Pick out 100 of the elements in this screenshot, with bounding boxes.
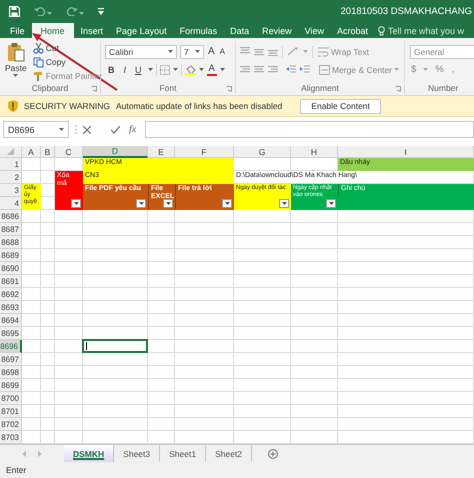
row-header[interactable]: 8689 — [0, 249, 22, 262]
italic-button[interactable]: I — [120, 62, 130, 77]
table-cell — [22, 392, 41, 405]
row-header[interactable]: 8699 — [0, 379, 22, 392]
row-header[interactable]: 8690 — [0, 262, 22, 275]
column-header[interactable]: F — [175, 146, 234, 158]
formula-input[interactable] — [145, 121, 474, 138]
add-sheet-icon[interactable] — [268, 448, 278, 458]
row-header[interactable]: 8694 — [0, 314, 22, 327]
table-cell — [291, 392, 338, 405]
align-right-icon[interactable] — [268, 65, 278, 74]
row-header[interactable]: 1 — [0, 158, 22, 171]
borders-icon[interactable] — [160, 64, 170, 74]
ribbon-tab[interactable]: Acrobat — [331, 23, 374, 38]
ribbon-tab[interactable]: Insert — [74, 23, 110, 38]
row-header[interactable]: 8703 — [0, 431, 22, 444]
ribbon-tab[interactable]: File — [4, 23, 31, 38]
filter-button[interactable] — [136, 199, 146, 208]
row-header[interactable]: 2 — [0, 171, 22, 184]
customize-icon[interactable] — [98, 8, 104, 14]
paste-button[interactable]: Paste — [4, 41, 28, 83]
table-cell — [234, 275, 291, 288]
row-header[interactable]: 8691 — [0, 275, 22, 288]
tell-me-field[interactable]: Tell me what you w — [378, 23, 464, 38]
ribbon-tab[interactable]: Formulas — [174, 23, 224, 38]
copy-button[interactable]: Copy — [32, 55, 103, 69]
align-middle-icon[interactable] — [254, 47, 264, 56]
row-header[interactable]: 8693 — [0, 301, 22, 314]
increase-indent-icon[interactable] — [300, 65, 310, 74]
row-header[interactable]: 3 — [0, 184, 22, 197]
dialog-launcher-icon[interactable] — [91, 86, 97, 92]
table-cell — [175, 262, 234, 275]
font-size-field[interactable]: 7 — [180, 44, 204, 58]
select-all-icon[interactable] — [7, 148, 14, 155]
save-icon[interactable] — [9, 6, 20, 16]
column-header[interactable]: G — [234, 146, 291, 158]
filter-button[interactable] — [163, 199, 173, 208]
align-left-icon[interactable] — [240, 65, 250, 74]
decrease-font-button[interactable]: A — [218, 44, 226, 59]
table-cell — [83, 366, 148, 379]
align-bottom-icon[interactable] — [268, 47, 278, 56]
font-color-button[interactable]: A — [206, 64, 217, 76]
underline-button[interactable]: U — [132, 62, 145, 77]
table-cell — [41, 366, 55, 379]
ribbon-tab[interactable]: Home — [32, 23, 74, 38]
row-header[interactable]: 8692 — [0, 288, 22, 301]
insert-function-button[interactable]: fx — [126, 124, 140, 135]
decrease-indent-icon[interactable] — [286, 65, 296, 74]
row-header[interactable]: 8696 — [0, 340, 22, 353]
redo-icon[interactable] — [66, 6, 84, 16]
checkmark-icon[interactable] — [111, 126, 120, 134]
font-name-field[interactable]: Calibri — [105, 44, 177, 58]
column-header[interactable]: A — [22, 146, 41, 158]
orientation-icon[interactable] — [287, 47, 299, 56]
ribbon-tab[interactable]: View — [298, 23, 330, 38]
enable-content-button[interactable]: Enable Content — [300, 98, 381, 114]
align-top-icon[interactable] — [240, 47, 250, 56]
row-header[interactable]: 8688 — [0, 236, 22, 249]
ribbon-tab[interactable]: Review — [256, 23, 298, 38]
table-cell — [83, 418, 148, 431]
row-header[interactable]: 8698 — [0, 366, 22, 379]
ribbon-tab[interactable]: Page Layout — [110, 23, 173, 38]
filter-button[interactable] — [222, 199, 232, 208]
bold-button[interactable]: B — [105, 62, 118, 77]
row-header[interactable]: 8687 — [0, 223, 22, 236]
name-box[interactable]: D8696 — [3, 121, 69, 138]
paintbrush-icon — [32, 70, 44, 82]
row-header[interactable]: 8700 — [0, 392, 22, 405]
number-format-field[interactable]: General — [410, 44, 474, 58]
row-header[interactable]: 8702 — [0, 418, 22, 431]
fill-bucket-icon[interactable] — [184, 64, 196, 74]
close-icon[interactable] — [83, 126, 91, 134]
column-header[interactable]: D — [83, 146, 148, 158]
table-cell — [83, 223, 148, 236]
filter-button[interactable] — [71, 199, 81, 208]
row-header[interactable]: 4 — [0, 197, 22, 210]
caret-icon — [220, 68, 225, 71]
row-header[interactable]: 8701 — [0, 405, 22, 418]
column-header[interactable]: E — [148, 146, 175, 158]
column-header[interactable]: I — [338, 146, 474, 158]
column-header[interactable]: C — [55, 146, 83, 158]
ribbon-tab[interactable]: Data — [224, 23, 256, 38]
dialog-launcher-icon[interactable] — [226, 86, 232, 92]
caret-icon — [172, 68, 178, 71]
align-center-icon[interactable] — [254, 65, 264, 74]
active-cell[interactable] — [82, 339, 148, 353]
scroll-left-icon[interactable] — [22, 450, 26, 456]
dialog-launcher-icon[interactable] — [395, 86, 401, 92]
sheet-tab[interactable]: DSMKH — [64, 445, 114, 462]
row-header[interactable]: 8697 — [0, 353, 22, 366]
scroll-right-icon[interactable] — [38, 450, 42, 456]
row-header[interactable]: 8695 — [0, 327, 22, 340]
column-header[interactable]: H — [291, 146, 338, 158]
filter-button[interactable] — [326, 199, 336, 208]
column-header[interactable]: B — [41, 146, 55, 158]
filter-button[interactable] — [279, 199, 289, 208]
caret-icon — [303, 50, 308, 53]
undo-icon[interactable] — [34, 6, 52, 16]
increase-font-button[interactable]: A — [207, 44, 216, 59]
row-header[interactable]: 8686 — [0, 210, 22, 223]
